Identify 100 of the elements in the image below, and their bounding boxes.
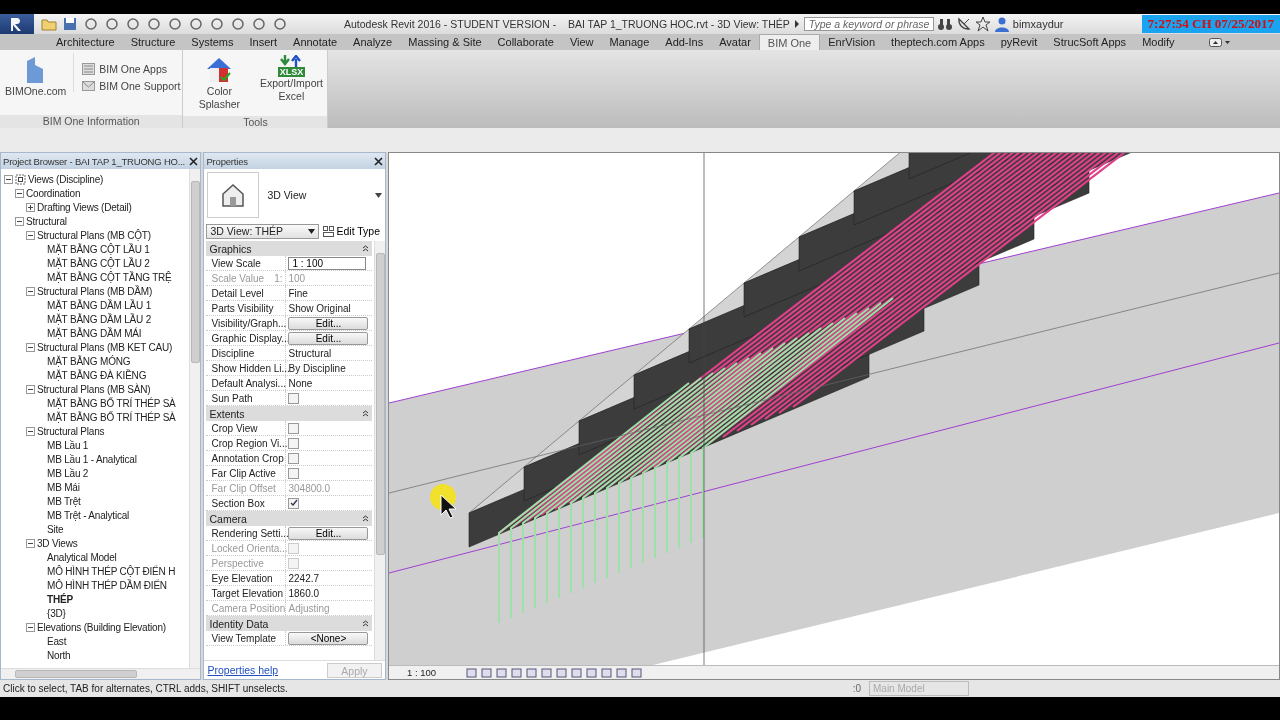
tree-item[interactable]: Structural Plans (MB SÀN) [37,383,151,395]
tree-item[interactable]: MB Lầu 2 [47,467,89,479]
tree-item[interactable]: Structural Plans (MB DẦM) [37,285,153,297]
edit-button[interactable]: Edit... [288,526,369,540]
collapse-icon[interactable] [15,216,24,226]
tree-item[interactable]: Views (Discipline) [28,173,104,185]
user-name[interactable]: bimxaydur [1012,18,1064,30]
tree-item[interactable]: THÉP [47,593,73,605]
checkbox[interactable] [288,392,300,404]
ribbon-tab[interactable]: Avatar [711,34,759,50]
collapse-icon[interactable] [26,622,35,632]
view-selector[interactable]: 3D View: THÉP [206,223,320,239]
tree-item[interactable]: MẶT BẰNG CỘT LẦU 2 [47,257,150,269]
ribbon-tab[interactable]: Systems [183,34,242,50]
view-control-icon[interactable] [556,667,568,678]
view-control-icon[interactable] [571,667,583,678]
view-control-icon[interactable] [541,667,553,678]
collapse-icon[interactable] [26,426,35,436]
tree-item[interactable]: Structural Plans (MB KET CAU) [37,341,173,353]
tree-item[interactable]: North [47,649,71,661]
ribbon-tab[interactable]: BIM One [758,34,821,50]
tree-item[interactable]: MẶT BẰNG CỘT TẦNG TRỆ [47,271,172,283]
view-control-icon[interactable] [616,667,628,678]
collapse-icon[interactable] [362,410,369,417]
close-icon[interactable] [189,156,199,166]
checkbox[interactable] [288,467,300,479]
ribbon-tab[interactable]: Analyze [345,34,401,50]
vertical-scrollbar[interactable] [374,241,385,660]
dropdown-arrow-icon[interactable] [375,192,382,198]
view-control-icon[interactable] [601,667,613,678]
binoculars-icon[interactable] [936,16,953,32]
tree-item[interactable]: MB Mái [47,481,80,493]
view-scale[interactable]: 1 : 100 [407,667,437,678]
ribbon-tab[interactable]: Add-Ins [657,34,712,50]
tree-item[interactable]: Structural Plans [37,425,105,437]
collapse-icon[interactable] [362,245,369,252]
view-control-icon[interactable] [496,667,508,678]
collapse-icon[interactable] [4,174,13,184]
edit-button[interactable]: Edit... [288,331,369,345]
view-control-icon[interactable] [526,667,538,678]
ribbon-button[interactable]: Color Splasher [185,53,254,113]
tree-item[interactable]: MẶT BẰNG BỐ TRÍ THÉP SÀ [47,397,176,409]
ribbon-tab[interactable]: Architecture [48,34,123,50]
collapse-icon[interactable] [26,230,35,240]
edit-button[interactable]: <None> [288,631,369,645]
ribbon-tab[interactable]: Structure [122,34,184,50]
ribbon-tab[interactable]: StrucSoft Apps [1045,34,1135,50]
application-menu-button[interactable] [0,14,34,34]
expand-arrow-icon[interactable] [792,19,801,29]
tree-item[interactable]: MÔ HÌNH THÉP CỘT ĐIỂN H [47,565,176,577]
ribbon-tab[interactable]: Massing & Site [400,34,490,50]
tree-item[interactable]: East [47,635,67,647]
ribbon-button[interactable]: BIM One Apps [82,63,181,75]
tree-item[interactable]: MB Lầu 1 - Analytical [47,453,137,465]
tree-item[interactable]: Structural Plans (MB CỘT) [37,229,151,241]
tree-item[interactable]: Drafting Views (Detail) [37,201,132,213]
horizontal-scrollbar[interactable] [1,668,201,679]
tree-item[interactable]: MẶT BẰNG CỘT LẦU 1 [47,243,150,255]
checkbox[interactable] [288,422,300,434]
user-icon[interactable] [993,16,1010,32]
edit-type-button[interactable]: Edit Type [323,225,381,237]
tree-item[interactable]: MB Lầu 1 [47,439,89,451]
expand-icon[interactable] [26,202,35,212]
ribbon-toggle-icon[interactable] [1208,38,1231,47]
tree-item[interactable]: 3D Views [37,537,78,549]
tree-item[interactable]: MẶT BẰNG MÓNG [47,355,131,367]
tree-item[interactable]: MẶT BẰNG ĐÀ KIỀNG [47,369,147,381]
star-icon[interactable] [974,16,991,32]
edit-button[interactable]: Edit... [288,316,369,330]
collapse-icon[interactable] [362,620,369,627]
save-icon[interactable] [62,16,78,32]
vertical-scrollbar[interactable] [189,169,201,668]
tree-item[interactable]: MB Trệt - Analytical [47,509,130,521]
ribbon-tab[interactable]: Modify [1134,34,1183,50]
collapse-icon[interactable] [26,342,35,352]
collapse-icon[interactable] [26,538,35,548]
tree-item[interactable]: Coordination [26,187,81,199]
ribbon-button[interactable]: BIMOne.com [2,53,70,100]
checkbox[interactable] [288,497,300,509]
tree-item[interactable]: MẶT BẰNG DẦM MÁI [47,327,142,339]
tree-item[interactable]: MẶT BẰNG DẦM LẦU 1 [47,299,152,311]
collapse-icon[interactable] [26,384,35,394]
tree-item[interactable]: MẶT BẰNG DẦM LẦU 2 [47,313,152,325]
ribbon-tab[interactable]: Manage [601,34,658,50]
tree-item[interactable]: Structural [26,215,67,227]
ribbon-tab[interactable]: pyRevit [992,34,1046,50]
view-control-icon[interactable] [466,667,478,678]
close-icon[interactable] [374,156,383,166]
tree-item[interactable]: Site [47,523,64,535]
tree-item[interactable]: {3D} [47,607,66,619]
properties-help-link[interactable]: Properties help [207,664,279,676]
satellite-dish-icon[interactable] [955,16,972,32]
collapse-icon[interactable] [15,188,24,198]
view-control-icon[interactable] [511,667,523,678]
ribbon-tab[interactable]: theptech.com Apps [883,34,993,50]
tree-item[interactable]: Analytical Model [47,551,117,563]
ribbon-tab[interactable]: Annotate [285,34,346,50]
tree-item[interactable]: MÔ HÌNH THÉP DẦM ĐIỂN [47,579,167,591]
view-control-icon[interactable] [481,667,493,678]
ribbon-tab[interactable]: Insert [241,34,286,50]
